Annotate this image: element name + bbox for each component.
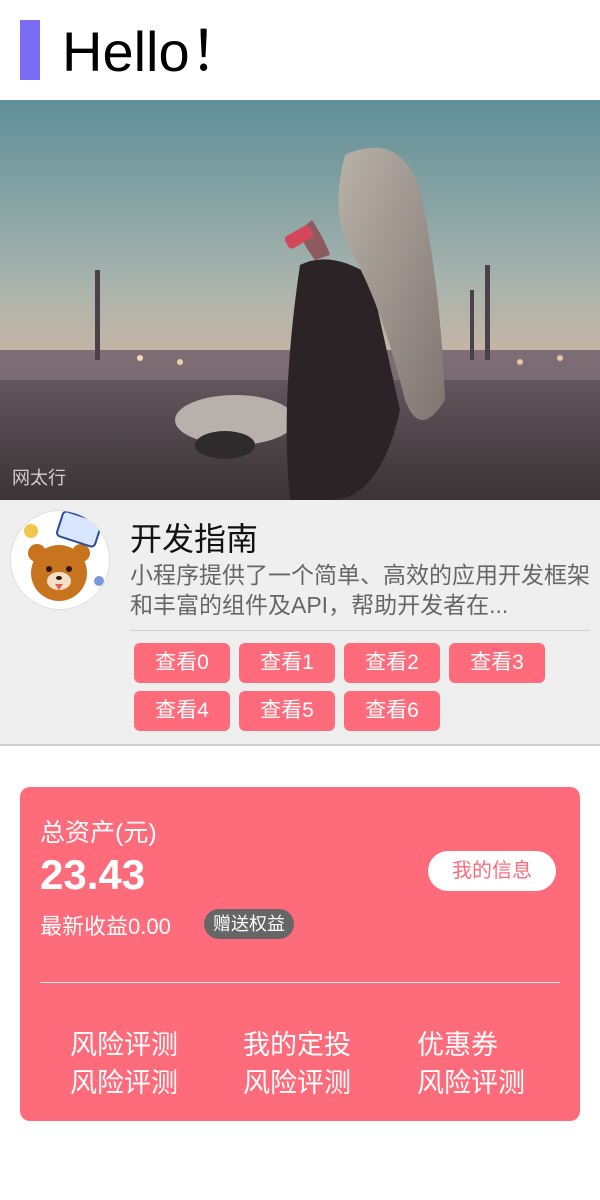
latest-profit: 最新收益0.00	[40, 914, 171, 939]
banner-image[interactable]: 网太行	[0, 100, 600, 500]
total-assets-amount: 23.43	[40, 851, 146, 898]
asset-panel: 总资产(元) 23.43 我的信息 最新收益0.00 赠送权益 风险评测 我的定…	[20, 787, 580, 1121]
menu-coupons[interactable]: 优惠券	[417, 1025, 498, 1065]
card-divider	[130, 630, 590, 631]
menu-my-investment[interactable]: 我的定投	[243, 1025, 351, 1065]
view-button-6[interactable]: 查看6	[344, 691, 440, 731]
avatar[interactable]	[10, 510, 110, 610]
dev-guide-card[interactable]: 开发指南 小程序提供了一个简单、高效的应用开发框架和丰富的组件及API，帮助开发…	[0, 500, 600, 746]
banner-photo: 网太行	[0, 100, 600, 500]
card-title: 开发指南	[130, 521, 259, 557]
gift-rights-badge[interactable]: 赠送权益	[204, 909, 294, 939]
page-title: Hello！	[62, 20, 246, 83]
asset-divider	[40, 982, 560, 983]
title-accent-bar	[20, 20, 40, 80]
total-assets-label: 总资产(元)	[40, 819, 157, 847]
menu-risk-assessment-2[interactable]: 风险评测	[70, 1063, 178, 1103]
menu-risk-assessment-4[interactable]: 风险评测	[417, 1063, 525, 1103]
bear-avatar-icon	[11, 511, 109, 609]
view-button-2[interactable]: 查看2	[344, 643, 440, 683]
menu-risk-assessment[interactable]: 风险评测	[70, 1025, 178, 1065]
menu-risk-assessment-3[interactable]: 风险评测	[243, 1063, 351, 1103]
banner-watermark: 网太行	[12, 468, 66, 489]
view-button-5[interactable]: 查看5	[239, 691, 335, 731]
card-description: 小程序提供了一个简单、高效的应用开发框架和丰富的组件及API，帮助开发者在...	[130, 562, 590, 618]
page-header: Hello！	[0, 0, 600, 100]
view-button-4[interactable]: 查看4	[134, 691, 230, 731]
view-button-3[interactable]: 查看3	[449, 643, 545, 683]
view-button-1[interactable]: 查看1	[239, 643, 335, 683]
my-info-button[interactable]: 我的信息	[428, 851, 556, 891]
view-button-0[interactable]: 查看0	[134, 643, 230, 683]
